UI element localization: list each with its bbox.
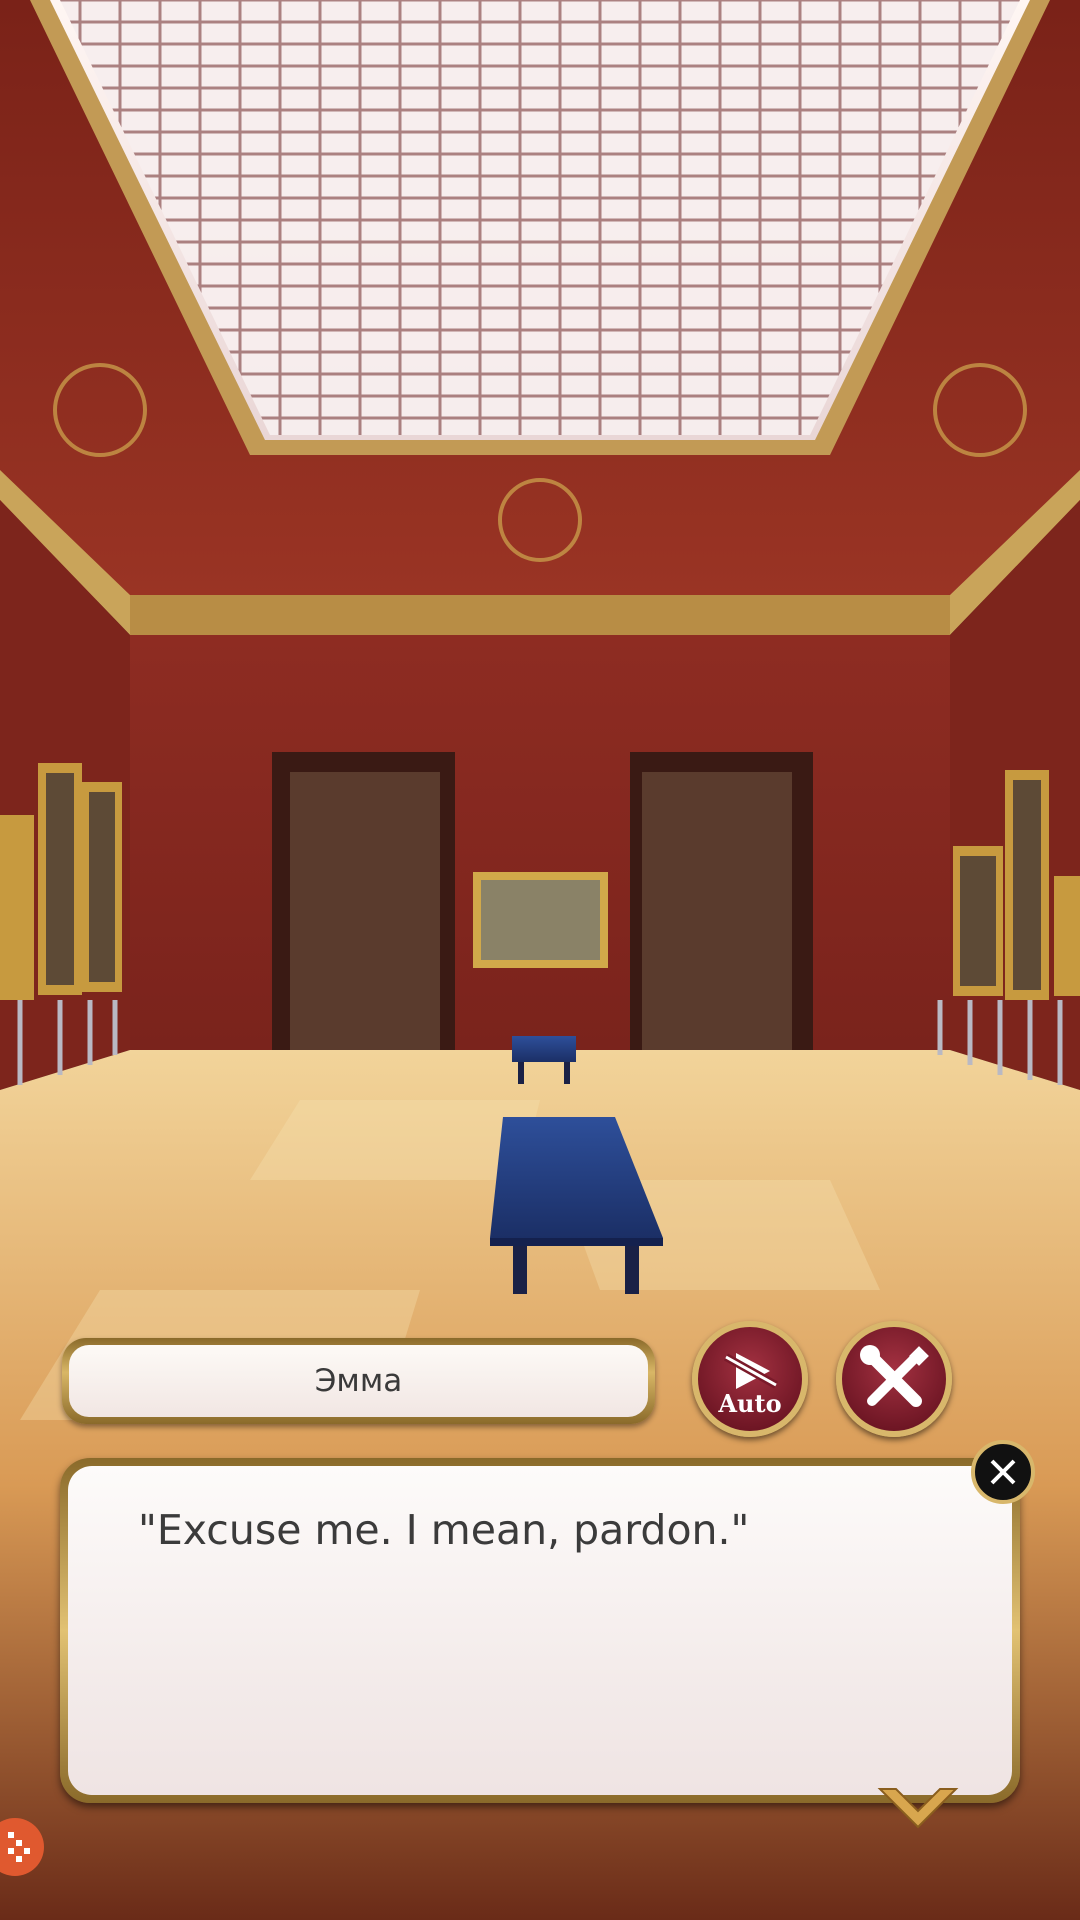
speaker-name-plate: Эмма bbox=[62, 1338, 655, 1424]
auto-label: Auto bbox=[718, 1389, 782, 1418]
auto-play-button[interactable]: Auto bbox=[692, 1321, 808, 1437]
overlay-menu-button[interactable] bbox=[0, 1818, 44, 1876]
overlay-dots-icon bbox=[8, 1832, 30, 1862]
close-x-icon bbox=[990, 1459, 1016, 1485]
speaker-name: Эмма bbox=[69, 1345, 648, 1417]
settings-button[interactable] bbox=[836, 1321, 952, 1437]
wrench-screwdriver-icon bbox=[860, 1345, 929, 1407]
dialogue-box[interactable]: "Excuse me. I mean, pardon." bbox=[60, 1458, 1020, 1803]
dialogue-text: "Excuse me. I mean, pardon." bbox=[138, 1506, 750, 1554]
close-dialogue-button[interactable] bbox=[971, 1440, 1035, 1504]
chevron-down-icon[interactable] bbox=[876, 1785, 960, 1833]
dialogue-panel: "Excuse me. I mean, pardon." bbox=[68, 1466, 1012, 1795]
